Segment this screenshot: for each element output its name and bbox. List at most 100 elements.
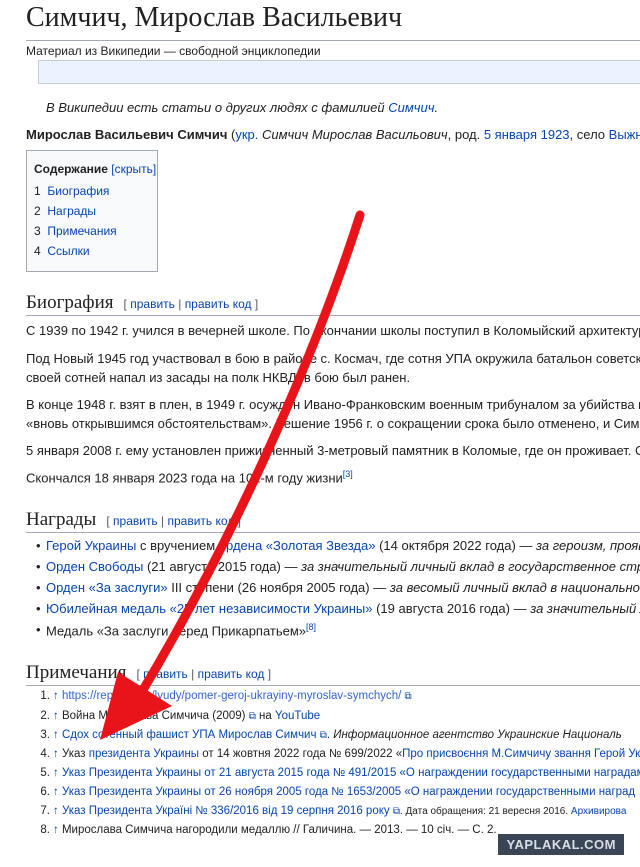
ref-number: 7.	[40, 805, 50, 817]
edit-links: [ править | править код ]	[106, 514, 241, 528]
table-of-contents: Содержание [скрыть] 1 Биография 2 Наград…	[26, 150, 158, 272]
edit-links: [ править | править код ]	[124, 297, 259, 311]
section-divider	[26, 532, 640, 533]
backlink-arrow[interactable]: ↑	[53, 805, 59, 817]
toc-number: 2	[34, 204, 41, 218]
bracket: [	[106, 514, 110, 528]
reference-item: 8. ↑ Мирослава Симчича нагородили медаллю…	[34, 824, 497, 836]
toc-label: Ссылки	[47, 244, 90, 258]
bracket: ]	[267, 667, 272, 681]
section-heading-awards: Награды [ править | править код ]	[26, 509, 241, 531]
backlink-arrow[interactable]: ↑	[53, 786, 59, 798]
award-reason: за значительный личн	[530, 601, 640, 616]
reference-item: 3. ↑ Сдох сотенный фашист УПА Мирослав Си…	[34, 729, 621, 741]
backlink-arrow[interactable]: ↑	[53, 748, 59, 760]
bio-paragraph: С 1939 по 1942 г. учился в вечерней школ…	[26, 323, 640, 338]
ref-link[interactable]: Указ Президента Україні № 336/2016 від 1…	[62, 805, 390, 817]
edit-code-link[interactable]: править код	[185, 297, 252, 311]
footnote-link[interactable]: [3]	[343, 469, 353, 479]
birthplace-link[interactable]: Выжний Б	[609, 127, 640, 142]
section-heading-notes: Примечания [ править | править код ]	[26, 662, 271, 684]
hatnote-link[interactable]: Симчич	[388, 100, 434, 115]
award-text: (14 октября 2022 года) —	[375, 538, 537, 553]
ref-number: 2.	[40, 710, 50, 722]
external-link-icon: ⧉	[248, 711, 256, 722]
toc-toggle[interactable]: [скрыть]	[111, 162, 156, 176]
ref-number: 5.	[40, 767, 50, 779]
award-reason: за героизм, проявлен	[536, 538, 640, 553]
award-link[interactable]: Орден «За заслуги»	[46, 580, 168, 595]
toc-label: Примечания	[47, 224, 117, 238]
reference-item: 4. ↑ Указ президента Украины от 14 жовтня…	[34, 748, 640, 760]
award-text: (19 августа 2016 года) —	[372, 601, 531, 616]
award-link[interactable]: Юбилейная медаль «25 лет независимости У…	[46, 601, 372, 616]
ref-text: от 14 жовтня 2022 года № 699/2022 «	[199, 748, 403, 760]
toc-label: Биография	[47, 184, 110, 198]
award-text: (21 августа 2015 года) —	[143, 559, 302, 574]
ref-number: 4.	[40, 748, 50, 760]
separator: |	[187, 667, 198, 681]
bracket: [	[123, 297, 127, 311]
edit-code-link[interactable]: править код	[167, 514, 234, 528]
hatnote: В Википедии есть статьи о других людях с…	[46, 100, 438, 115]
edit-link[interactable]: править	[113, 514, 158, 528]
award-text: III степени (26 ноября 2005 года) —	[167, 580, 390, 595]
backlink-arrow[interactable]: ↑	[53, 824, 59, 836]
ref-text: Война Мирослава Симчича (2009)	[61, 710, 246, 722]
toc-item-biography[interactable]: 1 Биография	[34, 184, 109, 198]
lead-name: Мирослав Васильевич Симчич	[26, 127, 228, 142]
reference-item: 7. ↑ Указ Президента Україні № 336/2016 в…	[34, 805, 626, 817]
ref-link[interactable]: Про присвоєння М.Симчичу звання Герой Ук…	[402, 748, 640, 760]
reference-item: 6. ↑ Указ Президента Украины от 26 ноября…	[34, 786, 635, 798]
ref-text: на	[255, 710, 275, 722]
ref-link[interactable]: https://report.if.ua/lyudy/pomer-geroj-u…	[62, 690, 401, 702]
ref-link[interactable]: президента Украины	[89, 748, 199, 760]
bracket: ]	[254, 297, 259, 311]
award-link[interactable]: Герой Украины	[46, 538, 136, 553]
ref-link[interactable]: Указ Президента Украины от 21 августа 20…	[62, 767, 640, 779]
ref-number: 6.	[40, 786, 50, 798]
bio-text: Скончался 18 января 2023 года на 101-м г…	[26, 470, 343, 486]
hatnote-text: В Википедии есть статьи о других людях с…	[46, 100, 389, 115]
backlink-arrow[interactable]: ↑	[53, 690, 59, 702]
backlink-arrow[interactable]: ↑	[53, 729, 59, 741]
section-divider	[26, 685, 640, 686]
reference-item: 5. ↑ Указ Президента Украины от 21 август…	[34, 767, 640, 779]
title-divider	[26, 40, 640, 41]
toc-label: Награды	[47, 204, 97, 218]
section-title: Примечания	[26, 662, 127, 683]
ref-number: 3.	[40, 729, 50, 741]
edit-code-link[interactable]: править код	[198, 667, 265, 681]
separator: |	[174, 297, 185, 311]
ref-link[interactable]: Указ Президента Украины от 26 ноября 200…	[62, 786, 635, 798]
ref-number: 1.	[40, 690, 50, 702]
footnote-link[interactable]: [8]	[306, 622, 316, 632]
youtube-link[interactable]: YouTube	[275, 710, 320, 722]
list-item: Орден Свободы (21 августа 2015 года) — з…	[36, 559, 640, 574]
backlink-arrow[interactable]: ↑	[53, 767, 59, 779]
ref-text: Мирослава Симчича нагородили медаллю // …	[61, 824, 497, 836]
toc-title: Содержание [скрыть]	[34, 162, 156, 176]
external-link-icon: ⧉	[404, 691, 412, 702]
birth-date-link[interactable]: 5 января 1923	[484, 127, 570, 142]
ref-link[interactable]: Сдох сотенный фашист УПА Мирослав Симчич	[62, 729, 317, 741]
edit-links: [ править | править код ]	[136, 667, 271, 681]
toc-item-links[interactable]: 4 Ссылки	[34, 244, 90, 258]
toc-item-awards[interactable]: 2 Награды	[34, 204, 96, 218]
section-divider	[26, 315, 640, 316]
external-link-icon: ⧉	[392, 806, 400, 817]
lead-text: , род.	[447, 127, 484, 142]
award-reason: за значительный личный вклад в государст…	[301, 559, 640, 574]
award-link[interactable]: Орден Свободы	[46, 559, 143, 574]
reference-item: 1. ↑ https://report.if.ua/lyudy/pomer-ger…	[34, 690, 412, 702]
edit-link[interactable]: править	[143, 667, 188, 681]
archive-link[interactable]: Архивирова	[571, 806, 627, 817]
edit-link[interactable]: править	[130, 297, 175, 311]
award-text: с вручением	[136, 538, 219, 553]
award-link[interactable]: ордена «Золотая Звезда»	[219, 538, 376, 553]
toc-item-notes[interactable]: 3 Примечания	[34, 224, 117, 238]
lang-link[interactable]: укр.	[235, 127, 258, 142]
separator: |	[157, 514, 168, 528]
backlink-arrow[interactable]: ↑	[53, 710, 59, 722]
list-item: Герой Украины с вручением ордена «Золота…	[36, 538, 640, 553]
